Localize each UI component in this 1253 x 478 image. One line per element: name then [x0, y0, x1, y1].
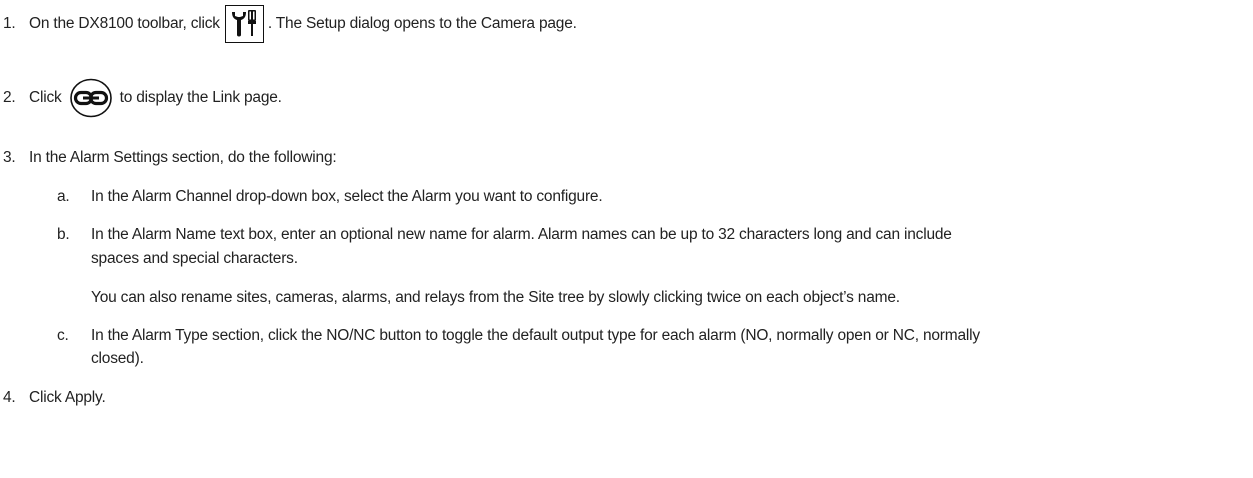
step-text: Click Apply.	[29, 389, 106, 406]
substep-letter: b.	[57, 226, 70, 243]
step-number: 4.	[3, 389, 16, 406]
step-text-after: . The Setup dialog opens to the Camera p…	[267, 15, 577, 32]
substep-text-line-2: closed).	[91, 350, 144, 367]
step-text-before: Click	[29, 89, 62, 106]
substep-note: You can also rename sites, cameras, alar…	[91, 289, 900, 306]
step-text-before: On the DX8100 toolbar, click	[29, 15, 220, 32]
substep-text: In the Alarm Channel drop-down box, sele…	[91, 188, 603, 205]
link-icon	[68, 78, 114, 118]
setup-tools-icon	[224, 5, 264, 43]
step-text-after: to display the Link page.	[119, 89, 282, 106]
step-number: 2.	[3, 89, 16, 106]
substep-text-line-2: spaces and special characters.	[91, 250, 298, 267]
step-text: Click to display the Link page.	[29, 78, 282, 118]
step-number: 3.	[3, 149, 16, 166]
step-text: In the Alarm Settings section, do the fo…	[29, 149, 337, 166]
substep-text-line-1: In the Alarm Name text box, enter an opt…	[91, 226, 952, 243]
step-number: 1.	[3, 15, 16, 32]
substep-letter: c.	[57, 327, 69, 344]
substep-text-line-1: In the Alarm Type section, click the NO/…	[91, 327, 980, 344]
substep-letter: a.	[57, 188, 70, 205]
step-text: On the DX8100 toolbar, click . The Setup…	[29, 5, 577, 43]
